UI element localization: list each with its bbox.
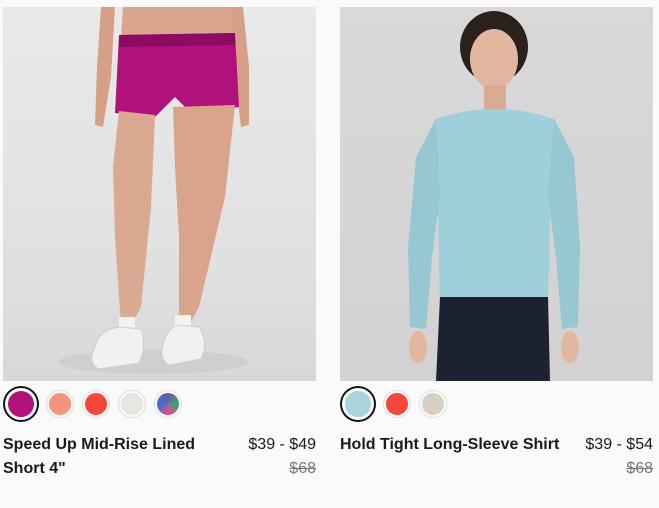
product-card[interactable]: Speed Up Mid-Rise Lined Short 4" $39 - $…	[3, 7, 316, 481]
color-swatch-selected[interactable]	[342, 388, 374, 420]
product-image[interactable]	[3, 7, 316, 381]
sale-price: $39 - $49	[248, 436, 316, 453]
product-name[interactable]: Hold Tight Long-Sleeve Shirt	[340, 433, 570, 481]
product-image[interactable]	[340, 7, 653, 381]
sale-price: $39 - $54	[585, 436, 653, 453]
original-price: $68	[626, 460, 653, 477]
product-name[interactable]: Speed Up Mid-Rise Lined Short 4"	[3, 433, 213, 481]
color-swatch[interactable]	[384, 391, 410, 417]
product-prices: $39 - $54 $68	[585, 433, 653, 481]
product-info: Speed Up Mid-Rise Lined Short 4" $39 - $…	[3, 433, 316, 481]
product-info: Hold Tight Long-Sleeve Shirt $39 - $54 $…	[340, 433, 653, 481]
color-swatch[interactable]	[83, 391, 109, 417]
color-swatch[interactable]	[119, 391, 145, 417]
color-swatches	[3, 387, 316, 421]
color-swatch[interactable]	[47, 391, 73, 417]
product-card[interactable]: Hold Tight Long-Sleeve Shirt $39 - $54 $…	[340, 7, 653, 481]
color-swatch[interactable]	[420, 391, 446, 417]
color-swatch-pattern[interactable]	[155, 391, 181, 417]
color-swatch-selected[interactable]	[5, 388, 37, 420]
color-swatches	[340, 387, 653, 421]
product-prices: $39 - $49 $68	[248, 433, 316, 481]
product-grid: Speed Up Mid-Rise Lined Short 4" $39 - $…	[0, 0, 659, 508]
original-price: $68	[289, 460, 316, 477]
